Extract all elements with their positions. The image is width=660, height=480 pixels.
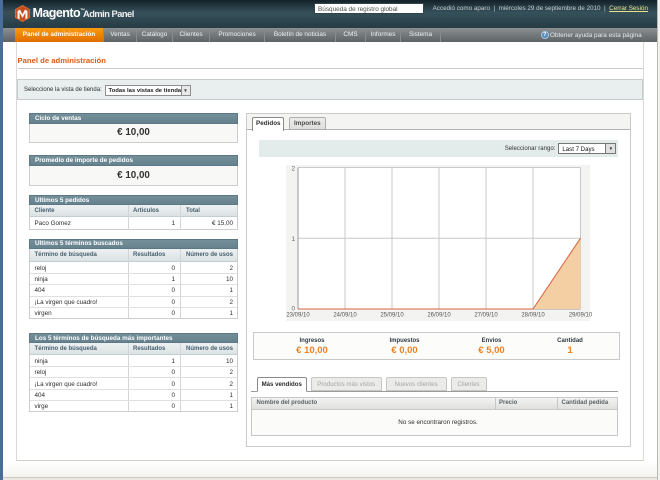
svg-text:26/09/10: 26/09/10: [427, 313, 451, 319]
svg-text:2: 2: [291, 166, 295, 173]
svg-text:0: 0: [291, 306, 295, 313]
svg-text:23/09/10: 23/09/10: [286, 313, 310, 319]
svg-text:28/09/10: 28/09/10: [521, 313, 545, 319]
svg-text:1: 1: [291, 236, 295, 243]
svg-text:25/09/10: 25/09/10: [380, 313, 404, 319]
svg-text:29/09/10: 29/09/10: [569, 313, 593, 319]
svg-text:27/09/10: 27/09/10: [474, 313, 498, 319]
svg-text:24/09/10: 24/09/10: [333, 313, 357, 319]
